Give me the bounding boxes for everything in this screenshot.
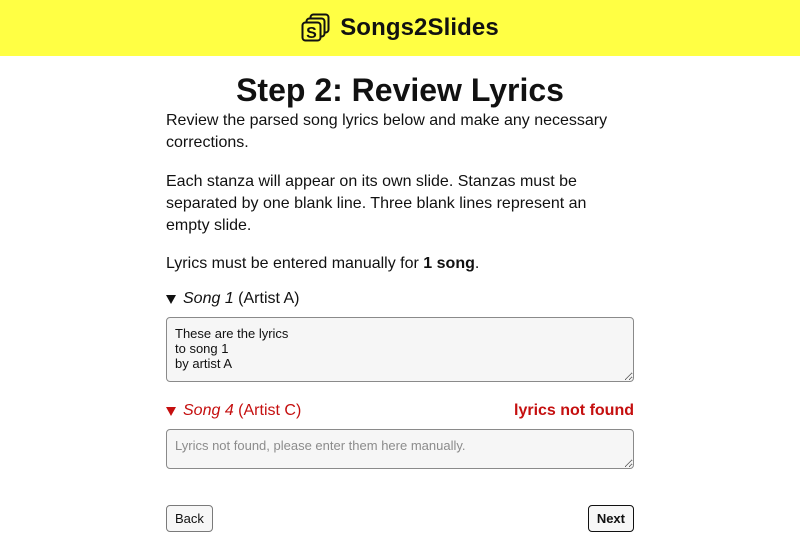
navigation-buttons: Back Next [166, 505, 634, 532]
song-1-artist-name: (Artist A) [238, 290, 300, 307]
app-name: Songs2Slides [340, 14, 499, 41]
song-4-artist-name: (Artist C) [238, 402, 302, 419]
svg-text:S: S [306, 25, 317, 42]
page-title: Step 2: Review Lyrics [236, 72, 564, 108]
back-button[interactable]: Back [166, 505, 213, 532]
main-content: Step 2: Review Lyrics Review the parsed … [166, 56, 634, 532]
song-1-title: Song 1 [183, 290, 234, 307]
song-1-toggle[interactable]: Song 1 (Artist A) [166, 289, 634, 309]
manual-entry-suffix: . [474, 255, 480, 272]
manual-entry-prefix: Lyrics must be entered manually for [166, 255, 424, 272]
next-button[interactable]: Next [587, 505, 634, 532]
slides-logo-icon: S [301, 13, 330, 42]
expand-triangle-icon [166, 295, 176, 304]
song-1-heading: Song 1 (Artist A) [166, 289, 300, 309]
app-header: S Songs2Slides [0, 0, 800, 56]
stanza-instructions: Each stanza will appear on its own slide… [166, 173, 587, 234]
song-4-lyrics-textarea[interactable] [166, 429, 634, 469]
song-1-artist: (Artist A) [234, 289, 300, 309]
manual-song-count: 1 song [423, 255, 475, 272]
song-1-lyrics-textarea[interactable]: These are the lyrics to song 1 by artist… [166, 317, 634, 382]
song-4-title: Song 4 [183, 402, 234, 419]
intro-text: Review the parsed song lyrics below and … [166, 112, 608, 151]
song-4-toggle[interactable]: Song 4 (Artist C) lyrics not found [166, 401, 634, 421]
song-4-heading: Song 4 (Artist C) [166, 401, 301, 421]
song-4-artist: (Artist C) [234, 401, 302, 421]
lyrics-not-found-warning: lyrics not found [514, 402, 634, 419]
expand-triangle-icon [166, 407, 176, 416]
manual-entry-note: Lyrics must be entered manually for 1 so… [166, 253, 634, 275]
